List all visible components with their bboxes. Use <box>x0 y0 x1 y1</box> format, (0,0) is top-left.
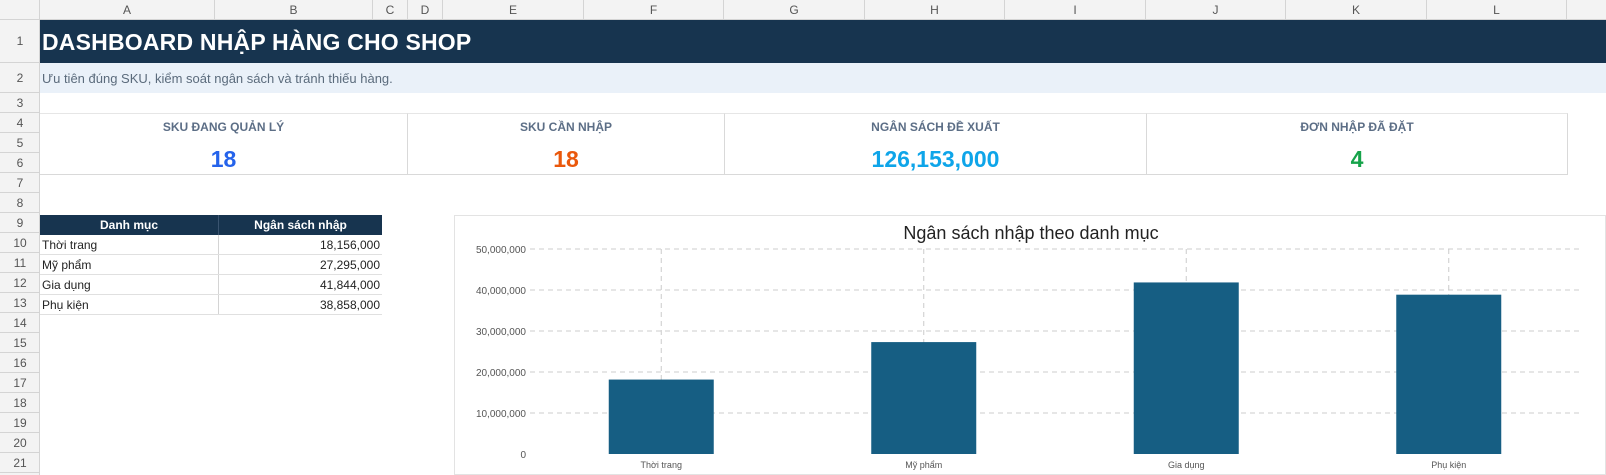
y-tick-label: 50,000,000 <box>476 245 526 256</box>
row-header-11[interactable]: 11 <box>0 253 40 273</box>
chart-title: Ngân sách nhập theo danh mục <box>903 223 1158 243</box>
y-tick-label: 0 <box>520 450 526 461</box>
column-header-g[interactable]: G <box>724 0 865 20</box>
bar-2 <box>871 342 977 454</box>
kpi-sku-to-import[interactable]: SKU CẦN NHẬP 18 <box>408 113 725 175</box>
column-header-j[interactable]: J <box>1146 0 1286 20</box>
row-header-17[interactable]: 17 <box>0 373 40 393</box>
column-header-i[interactable]: I <box>1005 0 1146 20</box>
kpi-value: 18 <box>553 146 579 172</box>
cell-budget[interactable]: 38,858,000 <box>219 295 382 314</box>
y-tick-label: 30,000,000 <box>476 327 526 338</box>
column-header-d[interactable]: D <box>408 0 443 20</box>
y-tick-label: 10,000,000 <box>476 409 526 420</box>
select-all-corner[interactable] <box>0 0 40 20</box>
row-header-1[interactable]: 1 <box>0 20 40 63</box>
bar-4 <box>1396 294 1502 454</box>
row-header-6[interactable]: 6 <box>0 153 40 173</box>
kpi-label: NGÂN SÁCH ĐỀ XUẤT <box>871 120 1000 134</box>
table-row[interactable]: Thời trang 18,156,000 <box>40 235 382 255</box>
dashboard-subtitle: Ưu tiên đúng SKU, kiểm soát ngân sách và… <box>42 71 393 86</box>
x-tick-label: Thời trang <box>641 460 682 470</box>
row-header-18[interactable]: 18 <box>0 393 40 413</box>
bar-3 <box>1133 282 1239 454</box>
row-header-15[interactable]: 15 <box>0 333 40 353</box>
cell-budget[interactable]: 18,156,000 <box>219 235 382 254</box>
row-header-2[interactable]: 2 <box>0 63 40 93</box>
header-category[interactable]: Danh mục <box>40 215 219 235</box>
bar-1 <box>608 379 714 454</box>
kpi-sku-managed[interactable]: SKU ĐANG QUẢN LÝ 18 <box>40 113 408 175</box>
x-tick-label: Mỹ phẩm <box>905 460 942 470</box>
cell-category[interactable]: Thời trang <box>40 235 219 254</box>
column-header-e[interactable]: E <box>443 0 584 20</box>
kpi-value: 4 <box>1350 146 1364 172</box>
row-header-3[interactable]: 3 <box>0 93 40 113</box>
row-header-21[interactable]: 21 <box>0 453 40 473</box>
column-header-b[interactable]: B <box>215 0 373 20</box>
row-header-9[interactable]: 9 <box>0 213 40 233</box>
cell-budget[interactable]: 27,295,000 <box>219 255 382 274</box>
row-header-13[interactable]: 13 <box>0 293 40 313</box>
row-headers: 1 2 3 4 5 6 7 8 9 10 11 12 13 14 15 16 17 18 19 20 21 <box>0 20 40 475</box>
cell-category[interactable]: Phụ kiện <box>40 295 219 314</box>
row-header-19[interactable]: 19 <box>0 413 40 433</box>
row-header-5[interactable]: 5 <box>0 133 40 153</box>
row-header-4[interactable]: 4 <box>0 113 40 133</box>
x-tick-label: Phụ kiện <box>1431 460 1466 470</box>
dashboard-title: DASHBOARD NHẬP HÀNG CHO SHOP <box>42 29 472 55</box>
budget-chart[interactable]: Ngân sách nhập theo danh mục 0 10,000,000 2… <box>454 215 1606 475</box>
y-tick-label: 40,000,000 <box>476 286 526 297</box>
cell-budget[interactable]: 41,844,000 <box>219 275 382 294</box>
kpi-value: 126,153,000 <box>871 146 1000 172</box>
table-header: Danh mục Ngân sách nhập <box>40 215 382 235</box>
table-row[interactable]: Phụ kiện 38,858,000 <box>40 295 382 315</box>
table-row[interactable]: Gia dụng 41,844,000 <box>40 275 382 295</box>
cell-category[interactable]: Mỹ phẩm <box>40 255 219 274</box>
y-tick-label: 20,000,000 <box>476 368 526 379</box>
row-header-14[interactable]: 14 <box>0 313 40 333</box>
chart-canvas: Ngân sách nhập theo danh mục 0 10,000,000 2… <box>476 223 1580 470</box>
column-header-l[interactable]: L <box>1427 0 1567 20</box>
kpi-label: SKU CẦN NHẬP <box>519 120 612 134</box>
kpi-suggested-budget[interactable]: NGÂN SÁCH ĐỀ XUẤT 126,153,000 <box>725 113 1147 175</box>
cell-category[interactable]: Gia dụng <box>40 275 219 294</box>
row-header-10[interactable]: 10 <box>0 233 40 253</box>
row-header-12[interactable]: 12 <box>0 273 40 293</box>
budget-table: Danh mục Ngân sách nhập Thời trang 18,15… <box>40 215 382 315</box>
column-header-a[interactable]: A <box>40 0 215 20</box>
row-header-8[interactable]: 8 <box>0 193 40 213</box>
column-header-c[interactable]: C <box>373 0 408 20</box>
column-header-f[interactable]: F <box>584 0 724 20</box>
kpi-value: 18 <box>210 146 237 172</box>
column-header-k[interactable]: K <box>1286 0 1427 20</box>
table-row[interactable]: Mỹ phẩm 27,295,000 <box>40 255 382 275</box>
x-tick-label: Gia dụng <box>1168 460 1205 470</box>
title-banner: DASHBOARD NHẬP HÀNG CHO SHOP <box>40 20 1606 63</box>
kpi-orders-placed[interactable]: ĐƠN NHẬP ĐÃ ĐẶT 4 <box>1147 113 1568 175</box>
row-header-7[interactable]: 7 <box>0 173 40 193</box>
kpi-label: ĐƠN NHẬP ĐÃ ĐẶT <box>1300 120 1414 134</box>
column-header-h[interactable]: H <box>865 0 1005 20</box>
column-headers: ABCDEFGHIJKL <box>40 0 1606 20</box>
kpi-label: SKU ĐANG QUẢN LÝ <box>162 120 285 134</box>
header-budget[interactable]: Ngân sách nhập <box>219 215 382 235</box>
subtitle-banner: Ưu tiên đúng SKU, kiểm soát ngân sách và… <box>40 63 1606 93</box>
row-header-16[interactable]: 16 <box>0 353 40 373</box>
row-header-20[interactable]: 20 <box>0 433 40 453</box>
